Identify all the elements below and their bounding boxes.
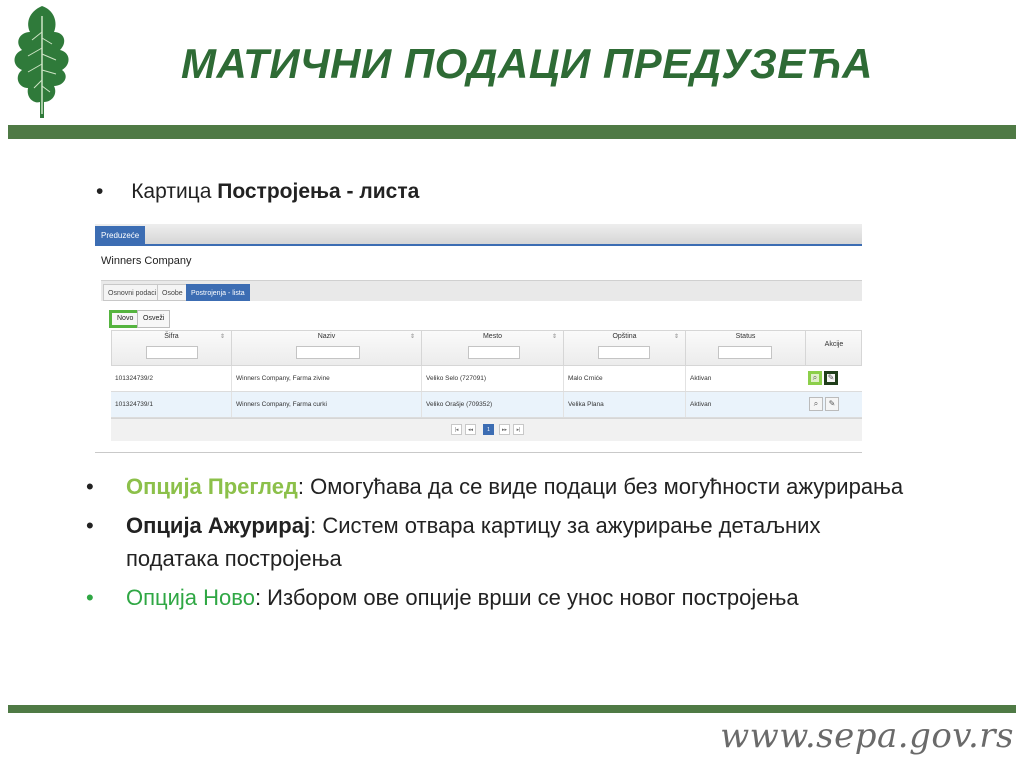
refresh-button[interactable]: Osveži (137, 310, 171, 328)
options-list: • Опција Преглед: Омогућава да се виде п… (86, 470, 906, 620)
cell-opstina: Velika Plana (563, 392, 685, 417)
filter-naziv-input[interactable] (296, 346, 360, 359)
tab-osobe[interactable]: Osobe (157, 284, 188, 301)
col-label: Opština (612, 333, 637, 340)
prev-page-button[interactable]: ◂◂ (465, 424, 476, 435)
col-akcije: Akcije (805, 331, 862, 365)
magnifier-icon[interactable]: ⌕ (809, 397, 823, 411)
sort-icon[interactable]: ⇕ (220, 333, 225, 340)
col-naziv[interactable]: Naziv ⇕ (231, 331, 421, 365)
tab-postrojenja-lista[interactable]: Postrojenja - lista (186, 284, 250, 301)
pencil-icon[interactable]: ✎ (825, 397, 839, 411)
intro-bold: Постројења - листа (217, 180, 420, 203)
next-page-button[interactable]: ▸▸ (499, 424, 510, 435)
last-page-button[interactable]: ▸| (513, 424, 524, 435)
slide-title: МАТИЧНИ ПОДАЦИ ПРЕДУЗЕЋА (181, 40, 873, 87)
col-label: Šifra (164, 333, 179, 340)
company-name: Winners Company (101, 255, 192, 267)
filter-mesto-input[interactable] (468, 346, 520, 359)
footer-band (8, 705, 1016, 713)
option-azuriraj-item: • Опција Ажурирај: Систем отвара картицу… (86, 509, 906, 575)
pencil-icon[interactable]: ✎ (824, 371, 838, 385)
app-topbar (95, 224, 862, 244)
option-novo-item: • Опција Ново: Избором ове опције врши с… (86, 581, 906, 614)
cell-mesto: Veliko Orašje (709352) (421, 392, 563, 417)
topbar-underline (95, 244, 862, 246)
col-status[interactable]: Status (685, 331, 805, 365)
col-label: Mesto (482, 333, 503, 340)
sort-icon[interactable]: ⇕ (674, 333, 679, 340)
grid-header: Šifra ⇕ Naziv ⇕ Mesto ⇕ Opština ⇕ Status (111, 330, 862, 366)
col-sifra[interactable]: Šifra ⇕ (111, 331, 231, 365)
option-novo-label: Опција Ново (126, 585, 255, 610)
sort-icon[interactable]: ⇕ (552, 333, 557, 340)
cell-status: Aktivan (685, 392, 805, 417)
col-label: Akcije (824, 341, 844, 348)
page-1-button[interactable]: 1 (483, 424, 494, 435)
tab-preduzece[interactable]: Preduzeće (95, 226, 146, 246)
first-page-button[interactable]: |◂ (451, 424, 462, 435)
tab-osnovni-podaci[interactable]: Osnovni podaci (103, 284, 162, 301)
app-screenshot: Preduzeće Winners Company Osnovni podaci… (95, 224, 862, 452)
bullet-dot: • (86, 513, 94, 538)
header-band (8, 125, 1016, 139)
pagination: |◂ ◂◂ 1 ▸▸ ▸| (111, 418, 862, 441)
magnifier-icon[interactable]: ⌕ (808, 371, 822, 385)
filter-sifra-input[interactable] (146, 346, 198, 359)
intro-bullet: • Картица Постројења - листа (96, 180, 419, 204)
footer-url: www.sepa.gov.rs (720, 716, 1014, 756)
bullet-dot: • (86, 474, 94, 499)
table-row[interactable]: 101324739/2 Winners Company, Farma zivin… (111, 366, 862, 392)
filter-opstina-input[interactable] (598, 346, 650, 359)
cell-opstina: Malo Crniće (563, 366, 685, 391)
intro-prefix: Картица (131, 180, 212, 203)
col-mesto[interactable]: Mesto ⇕ (421, 331, 563, 365)
cell-status: Aktivan (685, 366, 805, 391)
bullet-dot: • (86, 585, 94, 610)
col-opstina[interactable]: Opština ⇕ (563, 331, 685, 365)
cell-naziv: Winners Company, Farma curki (231, 392, 421, 417)
col-label: Status (735, 333, 756, 340)
screenshot-bottom-rule (95, 452, 862, 453)
facilities-grid: Šifra ⇕ Naziv ⇕ Mesto ⇕ Opština ⇕ Status (111, 330, 862, 441)
col-label: Naziv (317, 333, 336, 340)
filter-status-select[interactable] (718, 346, 772, 359)
option-pregled-item: • Опција Преглед: Омогућава да се виде п… (86, 470, 906, 503)
option-pregled-text: : Омогућава да се виде подаци без могућн… (297, 474, 904, 499)
cell-sifra: 101324739/1 (115, 401, 153, 408)
cell-sifra: 101324739/2 (115, 375, 153, 382)
option-pregled-label: Опција Преглед (126, 474, 298, 499)
option-azuriraj-label: Опција Ажурирај (126, 513, 311, 538)
option-novo-text: : Избором ове опције врши се унос новог … (254, 585, 799, 610)
bullet-dot: • (96, 180, 104, 203)
cell-naziv: Winners Company, Farma zivine (231, 366, 421, 391)
subtabs-bar: Osnovni podaci Osobe Postrojenja - lista (101, 280, 862, 301)
cell-mesto: Veliko Selo (727091) (421, 366, 563, 391)
table-row[interactable]: 101324739/1 Winners Company, Farma curki… (111, 392, 862, 418)
sort-icon[interactable]: ⇕ (410, 333, 415, 340)
